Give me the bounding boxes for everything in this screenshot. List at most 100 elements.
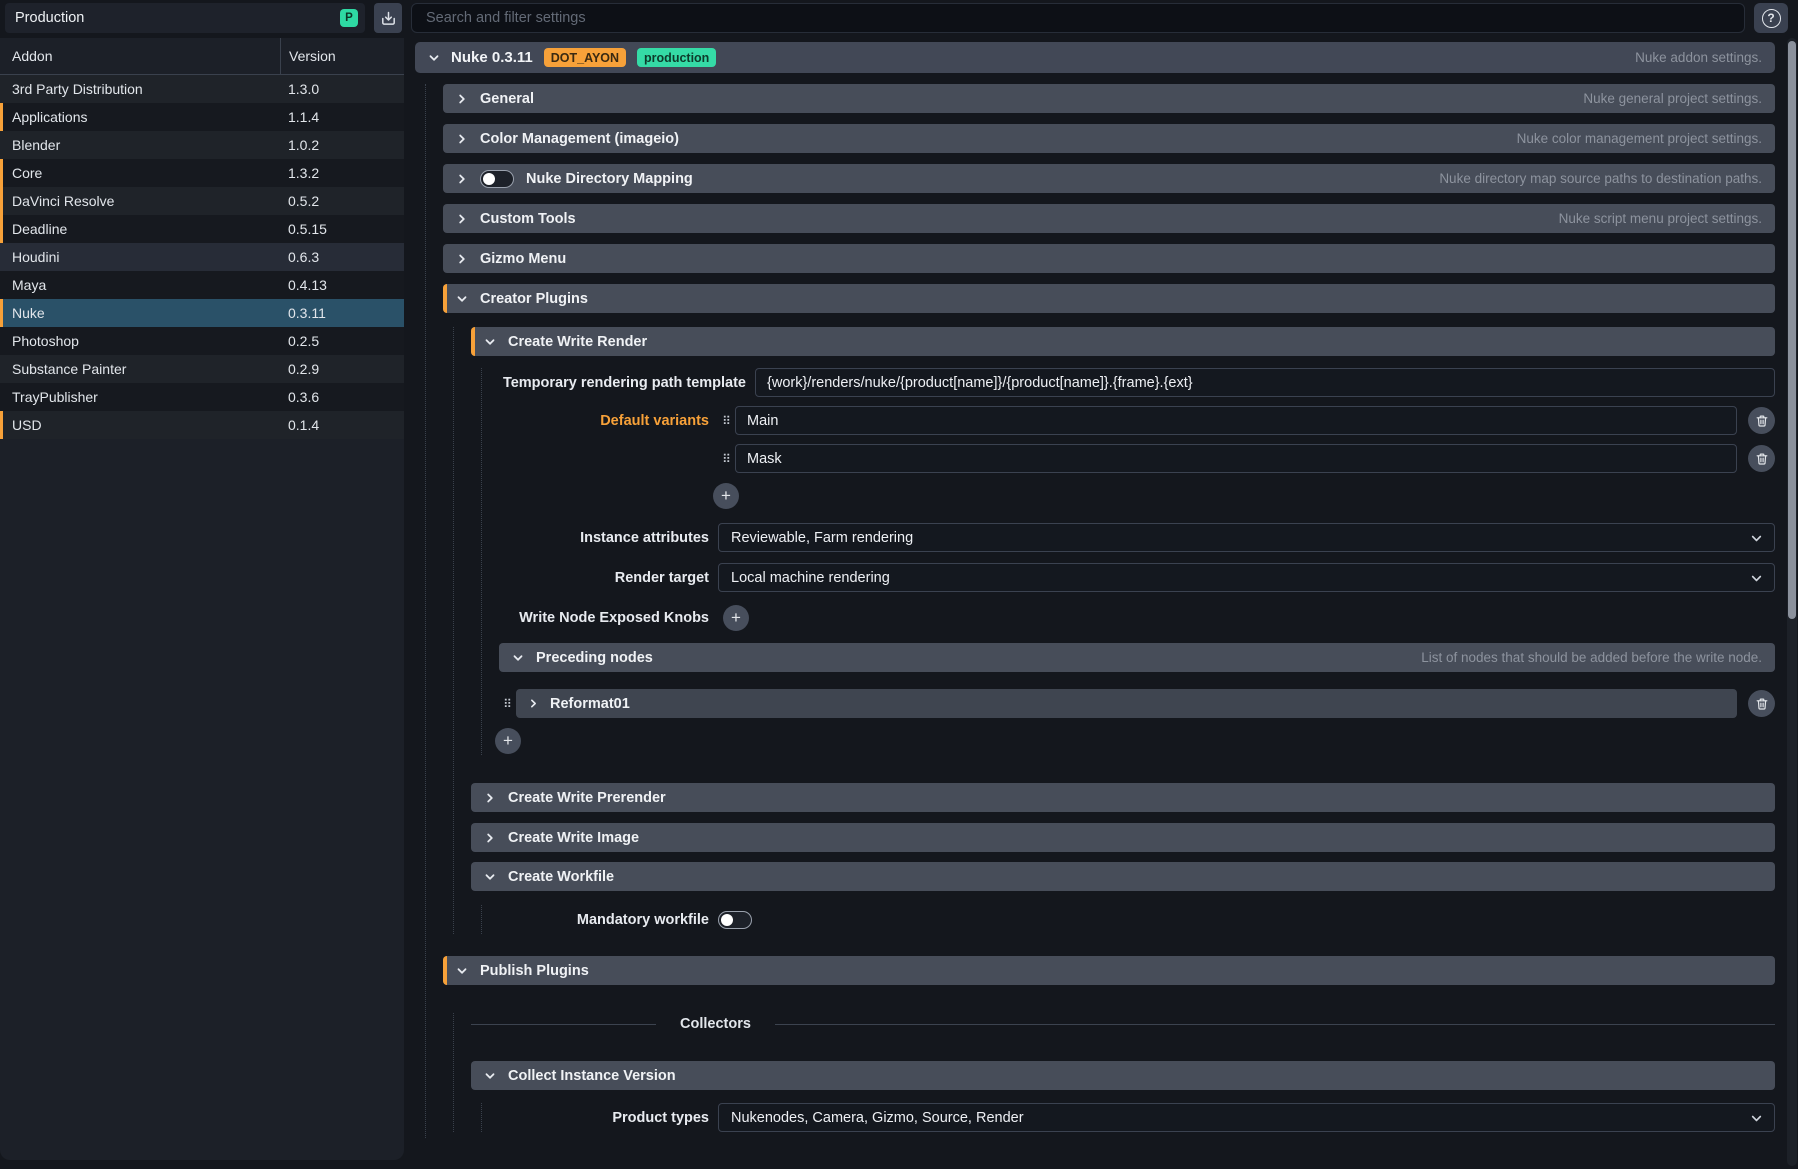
default-variants-label: Default variants bbox=[499, 413, 709, 429]
mandatory-workfile-toggle[interactable] bbox=[718, 911, 752, 929]
variant-input[interactable] bbox=[735, 444, 1737, 473]
addon-row-traypublisher[interactable]: TrayPublisher 0.3.6 bbox=[0, 383, 404, 411]
section-label: Custom Tools bbox=[480, 211, 576, 227]
addon-row-substance-painter[interactable]: Substance Painter 0.2.9 bbox=[0, 355, 404, 383]
chevron-down-icon bbox=[1750, 1112, 1763, 1125]
section-preceding-nodes[interactable]: Preceding nodes List of nodes that shoul… bbox=[499, 643, 1775, 672]
addon-row-houdini[interactable]: Houdini 0.6.3 bbox=[0, 243, 404, 271]
section-color-management[interactable]: Color Management (imageio) Nuke color ma… bbox=[443, 124, 1775, 153]
addon-version: 0.3.11 bbox=[280, 305, 404, 321]
addon-row-core[interactable]: Core 1.3.2 bbox=[0, 159, 404, 187]
delete-variant-button[interactable] bbox=[1748, 445, 1775, 472]
directory-mapping-toggle[interactable] bbox=[480, 170, 514, 188]
addon-version: 0.2.5 bbox=[280, 333, 404, 349]
create-workfile-group: Mandatory workfile bbox=[481, 905, 1775, 934]
section-creator-plugins[interactable]: Creator Plugins bbox=[443, 284, 1775, 313]
chevron-down-icon bbox=[456, 965, 468, 977]
settings-search-input[interactable] bbox=[411, 3, 1745, 33]
help-button[interactable]: ? bbox=[1754, 3, 1788, 33]
modified-indicator bbox=[0, 103, 3, 131]
addon-version: 0.3.6 bbox=[280, 389, 404, 405]
nuke-addon-header[interactable]: Nuke 0.3.11 DOT_AYON production Nuke add… bbox=[415, 42, 1775, 73]
help-icon: ? bbox=[1762, 9, 1781, 28]
addon-row-davinci-resolve[interactable]: DaVinci Resolve 0.5.2 bbox=[0, 187, 404, 215]
column-header-addon[interactable]: Addon bbox=[0, 38, 280, 74]
top-bar: Production P ? bbox=[0, 0, 1798, 36]
drag-handle-icon[interactable]: ⠿ bbox=[499, 698, 516, 710]
environment-badge: production bbox=[637, 48, 716, 67]
add-node-button[interactable]: + bbox=[495, 728, 521, 754]
addon-row-3rd-party-distribution[interactable]: 3rd Party Distribution 1.3.0 bbox=[0, 75, 404, 103]
trash-icon bbox=[1755, 414, 1769, 428]
addon-row-usd[interactable]: USD 0.1.4 bbox=[0, 411, 404, 439]
section-label: Color Management (imageio) bbox=[480, 131, 679, 147]
preceding-node-row: ⠿ Reformat01 bbox=[499, 689, 1775, 718]
instance-attributes-select[interactable]: Reviewable, Farm rendering bbox=[718, 523, 1775, 552]
preceding-node-item[interactable]: Reformat01 bbox=[516, 689, 1737, 718]
settings-panel: Nuke 0.3.11 DOT_AYON production Nuke add… bbox=[404, 36, 1798, 1169]
column-header-version[interactable]: Version bbox=[280, 38, 404, 74]
chevron-right-icon bbox=[484, 792, 496, 804]
modified-indicator bbox=[0, 299, 3, 327]
delete-variant-button[interactable] bbox=[1748, 407, 1775, 434]
chevron-down-icon bbox=[1750, 572, 1763, 585]
section-create-workfile[interactable]: Create Workfile bbox=[471, 862, 1775, 891]
section-custom-tools[interactable]: Custom Tools Nuke script menu project se… bbox=[443, 204, 1775, 233]
section-create-write-render[interactable]: Create Write Render bbox=[471, 327, 1775, 356]
section-description: Nuke directory map source paths to desti… bbox=[1439, 171, 1762, 186]
section-label: Nuke Directory Mapping bbox=[526, 171, 693, 187]
section-create-write-prerender[interactable]: Create Write Prerender bbox=[471, 783, 1775, 812]
section-publish-plugins[interactable]: Publish Plugins bbox=[443, 956, 1775, 985]
section-directory-mapping[interactable]: Nuke Directory Mapping Nuke directory ma… bbox=[443, 164, 1775, 193]
section-label: Preceding nodes bbox=[536, 650, 653, 666]
section-collect-instance-version[interactable]: Collect Instance Version bbox=[471, 1061, 1775, 1090]
trash-icon bbox=[1755, 697, 1769, 711]
addon-row-nuke[interactable]: Nuke 0.3.11 bbox=[0, 299, 404, 327]
path-template-row: Temporary rendering path template bbox=[499, 368, 1775, 397]
product-types-row: Product types Nukenodes, Camera, Gizmo, … bbox=[499, 1103, 1775, 1132]
project-name: Production bbox=[15, 10, 84, 26]
addon-title: Nuke 0.3.11 bbox=[451, 49, 533, 66]
drag-handle-icon[interactable]: ⠿ bbox=[718, 453, 735, 465]
copy-settings-button[interactable] bbox=[374, 3, 402, 33]
section-label: Publish Plugins bbox=[480, 963, 589, 979]
chevron-right-icon bbox=[484, 832, 496, 844]
render-target-label: Render target bbox=[499, 570, 709, 586]
section-label: General bbox=[480, 91, 534, 107]
section-general[interactable]: General Nuke general project settings. bbox=[443, 84, 1775, 113]
project-selector[interactable]: Production P bbox=[5, 3, 365, 33]
addon-name: USD bbox=[0, 417, 280, 433]
add-exposed-knob-button[interactable]: + bbox=[723, 605, 749, 631]
product-types-select[interactable]: Nukenodes, Camera, Gizmo, Source, Render bbox=[718, 1103, 1775, 1132]
addon-name: Nuke bbox=[0, 305, 280, 321]
addon-version: 0.6.3 bbox=[280, 249, 404, 265]
variant-input[interactable] bbox=[735, 406, 1737, 435]
mandatory-workfile-row: Mandatory workfile bbox=[499, 905, 1775, 934]
addon-name: Photoshop bbox=[0, 333, 280, 349]
addon-name: Maya bbox=[0, 277, 280, 293]
create-write-render-group: Temporary rendering path template Defaul… bbox=[481, 368, 1775, 755]
section-create-write-image[interactable]: Create Write Image bbox=[471, 823, 1775, 852]
drag-handle-icon[interactable]: ⠿ bbox=[718, 415, 735, 427]
addon-sidebar: Addon Version 3rd Party Distribution 1.3… bbox=[0, 36, 404, 1169]
chevron-down-icon bbox=[512, 652, 524, 664]
addon-row-maya[interactable]: Maya 0.4.13 bbox=[0, 271, 404, 299]
scrollbar-thumb[interactable] bbox=[1788, 41, 1796, 619]
section-label: Create Workfile bbox=[508, 869, 614, 885]
addon-version: 0.2.9 bbox=[280, 361, 404, 377]
addon-row-photoshop[interactable]: Photoshop 0.2.5 bbox=[0, 327, 404, 355]
addon-row-applications[interactable]: Applications 1.1.4 bbox=[0, 103, 404, 131]
chevron-down-icon bbox=[428, 52, 440, 64]
addon-name: Blender bbox=[0, 137, 280, 153]
addon-row-deadline[interactable]: Deadline 0.5.15 bbox=[0, 215, 404, 243]
section-gizmo-menu[interactable]: Gizmo Menu bbox=[443, 244, 1775, 273]
path-template-input[interactable] bbox=[755, 368, 1775, 397]
vertical-scrollbar[interactable] bbox=[1787, 38, 1797, 1166]
add-variant-button[interactable]: + bbox=[713, 483, 739, 509]
toggle-knob bbox=[483, 173, 495, 185]
delete-node-button[interactable] bbox=[1748, 690, 1775, 717]
addon-row-blender[interactable]: Blender 1.0.2 bbox=[0, 131, 404, 159]
section-description: Nuke general project settings. bbox=[1583, 91, 1762, 106]
render-target-select[interactable]: Local machine rendering bbox=[718, 563, 1775, 592]
section-description: Nuke color management project settings. bbox=[1517, 131, 1762, 146]
